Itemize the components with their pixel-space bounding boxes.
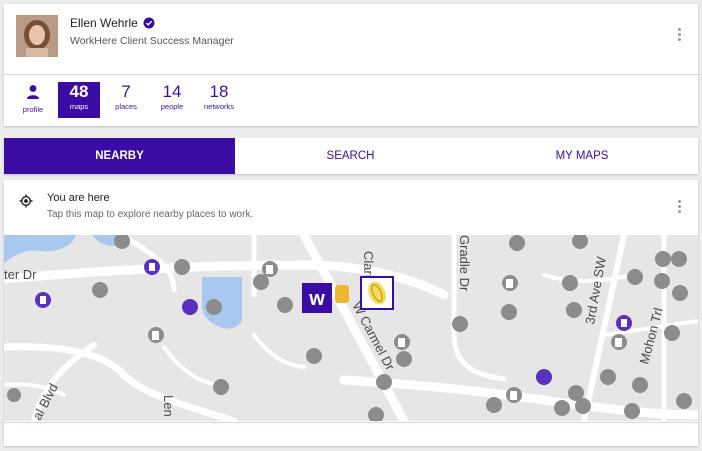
stat-label: places: [115, 102, 137, 111]
profile-card: Ellen Wehrle WorkHere Client Success Man…: [4, 4, 698, 126]
stat-value: 48: [69, 82, 89, 101]
avatar[interactable]: [16, 15, 58, 57]
street-label: ter Dr: [4, 267, 37, 282]
location-title: You are here: [47, 192, 110, 204]
stat-maps[interactable]: 48 maps: [58, 82, 100, 118]
stat-value: 18: [209, 82, 229, 101]
profile-more-icon[interactable]: [678, 28, 682, 43]
stat-networks[interactable]: 18 networks: [201, 82, 237, 118]
map-canvas: ter Dr Clari Gradle Dr 3rd Ave SW Mohon …: [4, 235, 698, 421]
svg-text:w: w: [308, 288, 325, 310]
stat-label: maps: [69, 102, 89, 111]
verified-badge-icon: [143, 17, 155, 29]
profile-role: WorkHere Client Success Manager: [70, 35, 234, 47]
location-subtitle: Tap this map to explore nearby places to…: [47, 209, 254, 220]
street-label: Len: [161, 395, 176, 417]
location-target-icon: [19, 194, 33, 213]
person-icon: [16, 82, 50, 104]
tab-my-maps[interactable]: MY MAPS: [466, 138, 698, 174]
stat-value: 7: [121, 82, 131, 101]
tab-search[interactable]: SEARCH: [235, 138, 466, 174]
workhere-logo-marker: w: [302, 283, 332, 313]
stat-label: networks: [203, 102, 234, 111]
map-more-icon[interactable]: [678, 200, 682, 215]
nearby-map[interactable]: ter Dr Clari Gradle Dr 3rd Ave SW Mohon …: [4, 235, 698, 421]
street-label: Clari: [361, 251, 376, 278]
stat-people[interactable]: 14 people: [157, 82, 187, 118]
divider: [4, 422, 698, 423]
stat-profile[interactable]: profile: [16, 82, 50, 118]
tab-bar: NEARBY SEARCH MY MAPS: [4, 138, 698, 174]
profile-name-row: Ellen Wehrle: [70, 16, 155, 30]
divider: [4, 74, 698, 75]
stat-value: 14: [162, 82, 182, 101]
featured-space-marker: [360, 276, 394, 310]
profile-name: Ellen Wehrle: [70, 16, 138, 30]
stat-label: people: [160, 102, 184, 111]
tab-nearby[interactable]: NEARBY: [4, 138, 235, 174]
nearby-map-card: You are here Tap this map to explore nea…: [4, 180, 698, 446]
street-label: Gradle Dr: [457, 235, 472, 292]
stat-places[interactable]: 7 places: [112, 82, 140, 118]
stat-label: profile: [22, 105, 44, 114]
